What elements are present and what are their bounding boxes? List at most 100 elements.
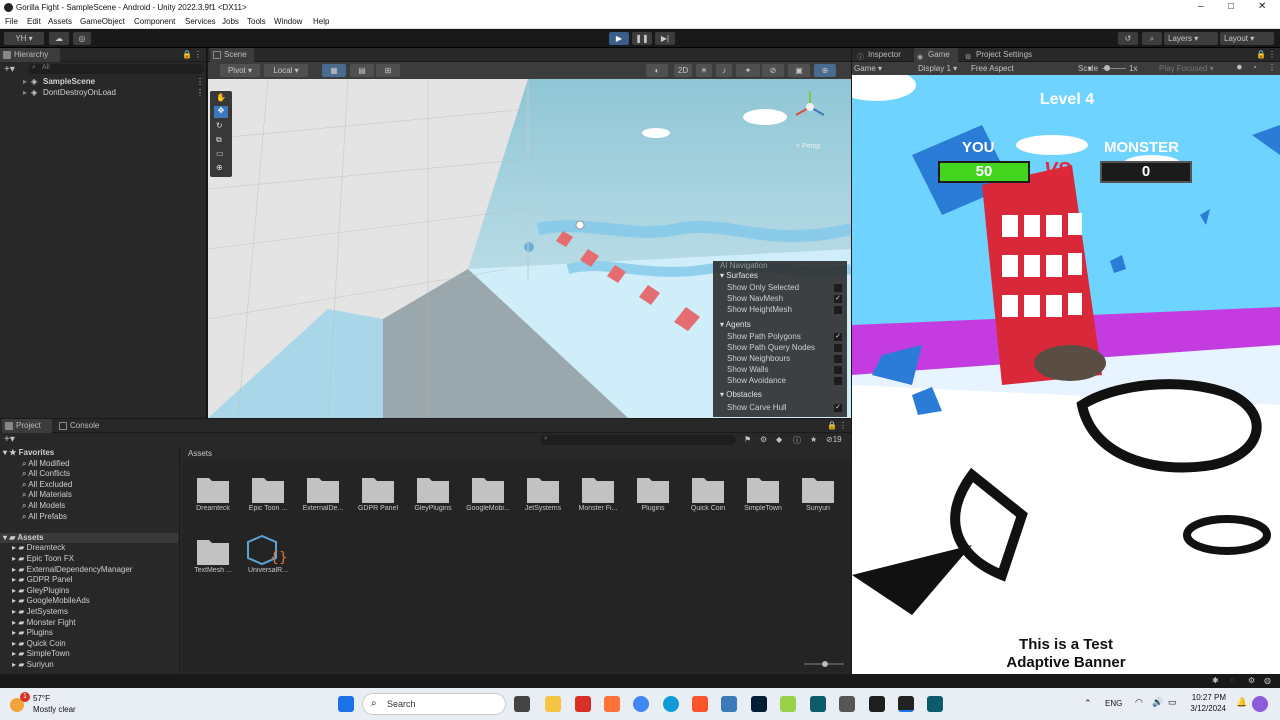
scale-tool-icon[interactable]: ⧉: [216, 135, 222, 145]
edge-icon[interactable]: [663, 696, 679, 712]
checkbox-show-carve-hull[interactable]: ✓: [834, 404, 842, 412]
project-search-input[interactable]: ⌕: [540, 435, 736, 445]
favorite-item[interactable]: ⌕ All Prefabs: [0, 512, 178, 523]
filter-type-icon[interactable]: ⚑: [744, 435, 751, 444]
app2-icon[interactable]: [869, 696, 885, 712]
tree-folder[interactable]: ▸ ▰ SimpleTown: [0, 649, 178, 660]
asset-folder[interactable]: Plugins: [627, 472, 679, 512]
tree-folder[interactable]: ▸ ▰ Plugins: [0, 628, 178, 639]
photoshop-icon[interactable]: [751, 696, 767, 712]
menu-dots-icon[interactable]: ⋮: [1268, 50, 1276, 59]
hierarchy-search-input[interactable]: ⌕ All: [28, 64, 204, 74]
menu-jobs[interactable]: Jobs: [222, 17, 239, 26]
asset-folder[interactable]: Suriyun: [792, 472, 844, 512]
transform-tool-icon[interactable]: ⊕: [216, 163, 223, 172]
menu-dots-icon[interactable]: ⋮: [196, 88, 204, 97]
maximize-icon[interactable]: □: [1228, 1, 1234, 12]
menu-dots-icon[interactable]: ⋮: [196, 77, 204, 86]
menu-file[interactable]: File: [5, 17, 18, 26]
nav-agents-header[interactable]: ▾ Agents: [720, 320, 751, 330]
tree-folder[interactable]: ▸ ▰ JetSystems: [0, 607, 178, 618]
icon-size-slider[interactable]: [804, 661, 844, 667]
volume-icon[interactable]: 🔊: [1152, 697, 1163, 708]
checkbox-show-path-polygons[interactable]: ✓: [834, 333, 842, 341]
asset-folder[interactable]: SimpleTown: [737, 472, 789, 512]
game-mode-dropdown[interactable]: Game ▾: [854, 64, 882, 73]
asset-folder[interactable]: ExternalDe...: [297, 472, 349, 512]
checkbox-show-navmesh[interactable]: ✓: [834, 295, 842, 303]
checkbox-show-neighbours[interactable]: [834, 355, 842, 363]
brave-icon[interactable]: [692, 696, 708, 712]
tab-scene[interactable]: Scene: [210, 48, 254, 62]
show-hidden-icons[interactable]: ⌃: [1084, 698, 1092, 709]
step-button[interactable]: ▶|: [655, 32, 675, 45]
asset-folder[interactable]: Epic Toon ...: [242, 472, 294, 512]
nav-show-neighbours[interactable]: Show Neighbours: [727, 354, 847, 364]
add-icon[interactable]: +▾: [4, 64, 15, 75]
wifi-icon[interactable]: ◠: [1135, 697, 1143, 708]
tree-folder[interactable]: ▸ ▰ Epic Toon FX: [0, 554, 178, 565]
tree-folder[interactable]: ▸ ▰ ExternalDependencyManager: [0, 565, 178, 576]
effects-icon[interactable]: ✦: [736, 64, 760, 77]
mute-icon[interactable]: ✹: [1236, 63, 1243, 72]
menu-gameobject[interactable]: GameObject: [80, 17, 125, 26]
asset-folder[interactable]: JetSystems: [517, 472, 569, 512]
chrome-icon[interactable]: [633, 696, 649, 712]
add-icon[interactable]: +▾: [4, 434, 15, 445]
asset-folder[interactable]: GDPR Panel: [352, 472, 404, 512]
breadcrumb-assets[interactable]: Assets: [188, 449, 212, 458]
rotate-tool-icon[interactable]: ↻: [216, 121, 223, 130]
menu-dots-icon[interactable]: ⋮: [194, 50, 202, 59]
hidden-icon[interactable]: ⊘19: [826, 435, 842, 444]
checkbox-show-heightmesh[interactable]: [834, 306, 842, 314]
acrobat-icon[interactable]: [575, 696, 591, 712]
scale-slider[interactable]: [1102, 65, 1126, 71]
pivot-dropdown[interactable]: Pivot ▾: [220, 64, 260, 77]
filter-label-icon[interactable]: ⚙: [760, 435, 767, 444]
asset-settings[interactable]: {} UniversalR...: [242, 534, 294, 574]
hierarchy-item-dontdestroyonload[interactable]: ▸ ◈ DontDestroyOnLoad ⋮: [0, 87, 207, 98]
tree-folder[interactable]: ▸ ▰ Suriyun: [0, 660, 178, 671]
tree-folder[interactable]: ▸ ▰ GleyPlugins: [0, 586, 178, 597]
nav-surfaces-header[interactable]: ▾ Surfaces: [720, 271, 758, 281]
play-focused-dropdown[interactable]: Play Focused ▾: [1159, 64, 1214, 73]
asset-folder[interactable]: Monster Fi...: [572, 472, 624, 512]
checkbox-show-only-selected[interactable]: [834, 284, 842, 292]
asset-folder[interactable]: GoogleMobi...: [462, 472, 514, 512]
tab-console[interactable]: Console: [56, 419, 108, 433]
settings-icon[interactable]: ⚙: [1248, 676, 1255, 685]
ad-banner[interactable]: This is a Test Adaptive Banner: [852, 633, 1280, 674]
weather-widget[interactable]: 1 57°F Mostly clear: [8, 692, 98, 716]
assets-tree-header[interactable]: ▾ ▰ Assets: [0, 532, 178, 544]
favorite-item[interactable]: ⌕ All Materials: [0, 490, 178, 501]
unity-hub-icon[interactable]: [839, 696, 855, 712]
audio-icon[interactable]: ♪: [716, 64, 732, 77]
favorite-item[interactable]: ⌕ All Conflicts: [0, 469, 178, 480]
checkbox-show-avoidance[interactable]: [834, 377, 842, 385]
clock-date[interactable]: 3/12/2024: [1190, 704, 1226, 713]
expand-icon[interactable]: ▸: [23, 77, 27, 86]
asset-folder[interactable]: Quick Coin: [682, 472, 734, 512]
tab-hierarchy[interactable]: Hierarchy: [0, 48, 60, 62]
shading-mode-icon[interactable]: ◐: [646, 64, 668, 77]
nav-show-path-query-nodes[interactable]: Show Path Query Nodes: [727, 343, 847, 353]
search-icon[interactable]: ⌕: [1142, 32, 1162, 45]
asset-folder[interactable]: TextMesh ...: [187, 534, 239, 574]
asset-folder[interactable]: Dreamteck: [187, 472, 239, 512]
notification-bell-icon[interactable]: 🔔: [1236, 697, 1247, 708]
game-viewport[interactable]: Level 4 YOU 50 VS MONSTER 0: [852, 75, 1280, 633]
collab-icon[interactable]: ◎: [73, 32, 91, 45]
icon-size-slider-thumb[interactable]: [822, 661, 828, 667]
hierarchy-item-samplescene[interactable]: ▸ ◈ SampleScene ⋮: [0, 76, 207, 87]
menu-dots-icon[interactable]: ⋮: [1268, 63, 1276, 72]
windows-start-icon[interactable]: [338, 696, 354, 712]
tag-icon[interactable]: ◆: [776, 435, 782, 444]
stats-icon[interactable]: ◔: [1252, 63, 1257, 72]
nav-show-navmesh[interactable]: Show NavMesh: [727, 294, 847, 304]
battery-icon[interactable]: ▭: [1168, 697, 1177, 708]
lock-icon[interactable]: 🔒: [1256, 50, 1266, 59]
scale-slider-thumb[interactable]: [1104, 65, 1110, 71]
tab-project-settings[interactable]: ⚙ Project Settings: [962, 48, 1054, 62]
nav-show-only-selected[interactable]: Show Only Selected: [727, 283, 847, 293]
lock-icon[interactable]: 🔒: [827, 421, 837, 430]
